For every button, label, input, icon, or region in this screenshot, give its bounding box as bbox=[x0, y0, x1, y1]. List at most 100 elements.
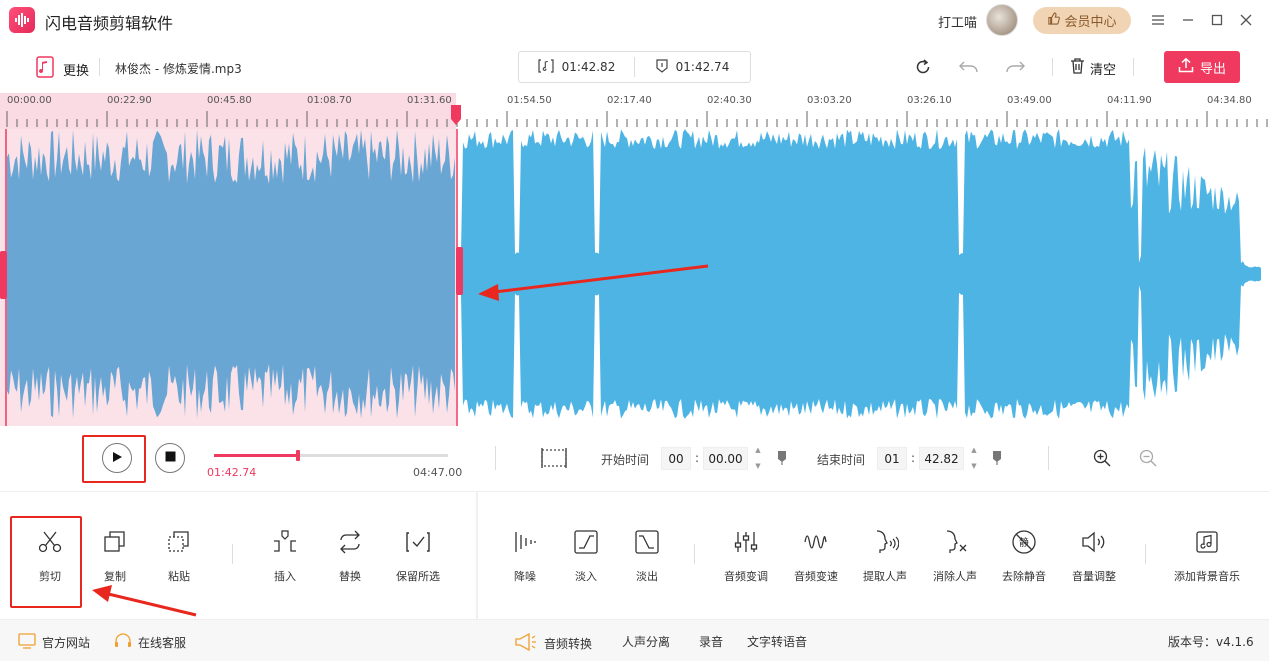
app-title: 闪电音频剪辑软件 bbox=[45, 14, 174, 33]
ruler-label: 00:45.80 bbox=[207, 95, 252, 106]
divider bbox=[1052, 58, 1053, 76]
avatar[interactable] bbox=[986, 4, 1018, 36]
progress-fill bbox=[214, 454, 298, 457]
selection-end-handle[interactable] bbox=[456, 247, 463, 295]
paste-label: 粘贴 bbox=[168, 570, 190, 583]
voice-head-icon bbox=[871, 528, 899, 556]
redo-icon[interactable] bbox=[1005, 57, 1025, 77]
panel-divider bbox=[476, 492, 478, 619]
online-service-link[interactable]: 在线客服 bbox=[114, 633, 186, 652]
headset-icon bbox=[114, 633, 132, 652]
set-end-pin-icon[interactable] bbox=[992, 450, 1002, 469]
start-second-input[interactable]: 00.00 bbox=[703, 447, 748, 470]
divider bbox=[232, 544, 233, 564]
divider bbox=[495, 446, 496, 470]
keep-selection-tool[interactable]: 保留所选 bbox=[383, 528, 453, 584]
fade-out-tool[interactable]: 淡出 bbox=[612, 528, 682, 584]
export-button[interactable]: 导出 bbox=[1164, 51, 1240, 83]
divider bbox=[1145, 544, 1146, 564]
time-ruler[interactable]: 00:00.00 00:22.90 00:45.80 01:08.70 01:31.60… bbox=[0, 93, 1269, 129]
denoise-icon bbox=[511, 528, 539, 556]
progress-thumb[interactable] bbox=[295, 450, 300, 461]
ruler-label: 03:03.20 bbox=[807, 95, 852, 106]
speed-tool[interactable]: 音频变速 bbox=[781, 528, 851, 584]
playhead-time-value: 01:42.74 bbox=[675, 60, 730, 74]
remove-silence-tool[interactable]: 静 去除静音 bbox=[989, 528, 1059, 584]
end-time-stepper[interactable]: ▲ ▼ bbox=[969, 446, 979, 470]
end-time-label: 结束时间 bbox=[817, 453, 866, 467]
maximize-icon[interactable] bbox=[1205, 8, 1229, 32]
fade-in-tool[interactable]: 淡入 bbox=[551, 528, 621, 584]
set-start-pin-icon[interactable] bbox=[777, 450, 787, 469]
vocal-separate-link[interactable]: 人声分离 bbox=[622, 633, 670, 650]
refresh-icon[interactable] bbox=[913, 57, 933, 77]
waveform-editor[interactable]: 00:00.00 00:22.90 00:45.80 01:08.70 01:31.60… bbox=[0, 93, 1269, 426]
ruler-label: 02:17.40 bbox=[607, 95, 652, 106]
start-time-stepper[interactable]: ▲ ▼ bbox=[753, 446, 763, 470]
volume-label: 音量调整 bbox=[1072, 570, 1116, 583]
start-minute-input[interactable]: 00 bbox=[661, 447, 691, 470]
end-minute-input[interactable]: 01 bbox=[877, 447, 907, 470]
copy-tool[interactable]: 复制 bbox=[80, 528, 150, 584]
equalizer-icon bbox=[732, 528, 760, 556]
thumbs-up-icon bbox=[1047, 12, 1061, 29]
selection-bracket-icon bbox=[538, 58, 554, 76]
svg-text:静: 静 bbox=[1019, 536, 1029, 549]
fade-in-icon bbox=[572, 528, 600, 556]
export-label: 导出 bbox=[1199, 61, 1226, 77]
close-icon[interactable] bbox=[1234, 8, 1258, 32]
keep-selection-label: 保留所选 bbox=[396, 570, 440, 583]
record-link[interactable]: 录音 bbox=[699, 633, 723, 650]
ruler-label: 04:34.80 bbox=[1207, 95, 1252, 106]
ruler-label: 04:11.90 bbox=[1107, 95, 1152, 106]
online-service-label: 在线客服 bbox=[138, 636, 187, 650]
music-file-icon[interactable] bbox=[36, 56, 54, 78]
selection-time-box: 01:42.82 01:42.74 bbox=[518, 51, 751, 83]
selection-duration: 01:42.82 bbox=[519, 58, 634, 76]
end-second-input[interactable]: 42.82 bbox=[919, 447, 964, 470]
music-note-icon bbox=[1193, 528, 1221, 556]
remove-vocal-tool[interactable]: 消除人声 bbox=[920, 528, 990, 584]
replace-tool[interactable]: 替换 bbox=[315, 528, 385, 584]
replace-file-button[interactable]: 更换 bbox=[63, 60, 89, 79]
divider bbox=[1048, 446, 1049, 470]
title-bar: 闪电音频剪辑软件 打工喵 会员中心 bbox=[0, 0, 1269, 40]
add-bgm-tool[interactable]: 添加背景音乐 bbox=[1172, 528, 1242, 584]
insert-tool[interactable]: 插入 bbox=[250, 528, 320, 584]
cut-tool[interactable]: 剪切 bbox=[15, 528, 85, 584]
tts-link[interactable]: 文字转语音 bbox=[747, 633, 807, 650]
zoom-out-icon[interactable] bbox=[1139, 449, 1157, 470]
play-button[interactable] bbox=[102, 443, 132, 473]
official-site-link[interactable]: 官方网站 bbox=[18, 633, 90, 652]
zoom-in-icon[interactable] bbox=[1093, 449, 1111, 470]
clear-button[interactable]: 清空 bbox=[1070, 58, 1116, 78]
minimize-icon[interactable] bbox=[1176, 8, 1200, 32]
undo-icon[interactable] bbox=[959, 57, 979, 77]
paste-tool[interactable]: 粘贴 bbox=[144, 528, 214, 584]
extract-vocal-tool[interactable]: 提取人声 bbox=[850, 528, 920, 584]
pitch-tool[interactable]: 音频变调 bbox=[711, 528, 781, 584]
ruler-label: 03:49.00 bbox=[1007, 95, 1052, 106]
unselected-waveform bbox=[461, 129, 1261, 419]
stop-button[interactable] bbox=[155, 443, 185, 473]
audio-convert-label: 音频转换 bbox=[544, 637, 593, 651]
waveform[interactable] bbox=[0, 129, 1269, 426]
copy-icon bbox=[101, 528, 129, 556]
remove-silence-label: 去除静音 bbox=[1002, 570, 1046, 583]
transport-bar: 01:42.74 04:47.00 开始时间 00 : 00.00 ▲ ▼ 结束时… bbox=[0, 426, 1269, 492]
vip-center-button[interactable]: 会员中心 bbox=[1033, 7, 1131, 34]
audio-convert-link[interactable]: 音频转换 bbox=[514, 632, 593, 654]
selection-start-handle[interactable] bbox=[0, 251, 7, 299]
colon: : bbox=[695, 451, 700, 465]
volume-tool[interactable]: 音量调整 bbox=[1059, 528, 1129, 584]
user-name[interactable]: 打工喵 bbox=[938, 12, 977, 31]
insert-label: 插入 bbox=[274, 570, 296, 583]
denoise-tool[interactable]: 降噪 bbox=[490, 528, 560, 584]
monitor-icon bbox=[18, 633, 36, 652]
upload-icon bbox=[1178, 57, 1194, 77]
playback-progress[interactable] bbox=[214, 450, 448, 461]
select-region-icon[interactable] bbox=[541, 447, 567, 472]
mute-voice-icon bbox=[941, 528, 969, 556]
clear-label: 清空 bbox=[1090, 62, 1117, 78]
menu-icon[interactable] bbox=[1146, 8, 1170, 32]
